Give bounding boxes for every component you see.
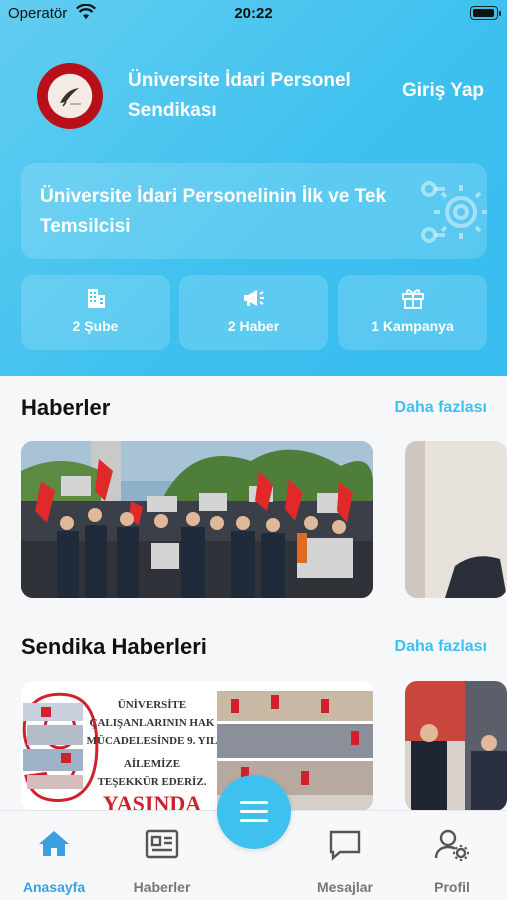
poster-red-word: YAŞINDA: [103, 791, 201, 811]
gift-icon: [338, 287, 487, 309]
stat-news-label: 2 Haber: [227, 318, 280, 334]
news-section-title: Haberler: [21, 395, 111, 420]
battery-icon: [470, 6, 501, 20]
news-more-link[interactable]: Daha fazlası: [395, 399, 487, 417]
protest-photo: [21, 441, 373, 598]
tagline-text: Üniversite İdari Personelinin İlk ve Tek…: [40, 186, 387, 237]
message-icon: [295, 829, 395, 861]
stat-news[interactable]: 2 Haber: [179, 275, 328, 350]
clock: 20:22: [234, 5, 273, 22]
tagline-banner: Üniversite İdari Personelinin İlk ve Tek…: [21, 163, 488, 260]
poster-line-2: ÇALIŞANLARININ HAK: [90, 717, 215, 729]
anniversary-poster: 9 ÜNİVERSİTE ÇALIŞANLARININ HAK MÜCADELE…: [21, 681, 373, 811]
gear-network-icon: [417, 169, 488, 260]
tab-home-label: Anasayfa: [22, 879, 86, 895]
megaphone-icon: [179, 287, 328, 309]
tab-news[interactable]: Haberler: [112, 811, 212, 900]
tab-profile-label: Profil: [434, 879, 470, 895]
union-name: Üniversite İdari Personel Sendikası: [128, 70, 351, 121]
stat-branches[interactable]: 2 Şube: [21, 275, 170, 350]
tab-messages[interactable]: Mesajlar: [295, 811, 395, 900]
tab-profile[interactable]: Profil: [402, 811, 502, 900]
home-icon: [4, 829, 104, 857]
union-news-card-second[interactable]: [405, 681, 507, 811]
tab-news-label: Haberler: [133, 879, 191, 895]
menu-fab-button[interactable]: [217, 775, 291, 849]
newspaper-icon: [112, 829, 212, 859]
stat-campaigns-label: 1 Kampanya: [371, 318, 454, 334]
poster-line-3: MÜCADELESİNDE 9. YIL: [87, 734, 218, 747]
hero-header: Operatör 20:22 Üniversite İdari Personel…: [0, 0, 507, 376]
tab-messages-label: Mesajlar: [316, 879, 374, 895]
union-logo: [37, 63, 103, 129]
menu-icon: [240, 801, 268, 828]
poster-line-5: TEŞEKKÜR EDERİZ.: [98, 775, 207, 788]
news-card-second[interactable]: [405, 441, 507, 598]
stat-campaigns[interactable]: 1 Kampanya: [338, 275, 487, 350]
building-icon: [21, 287, 170, 309]
news-card-protest[interactable]: [21, 441, 373, 598]
union-news-card-anniversary[interactable]: 9 ÜNİVERSİTE ÇALIŞANLARININ HAK MÜCADELE…: [21, 681, 373, 811]
poster-line-1: ÜNİVERSİTE: [118, 698, 186, 711]
news-photo-second: [405, 441, 507, 598]
union-news-more-link[interactable]: Daha fazlası: [395, 638, 487, 656]
login-button[interactable]: Giriş Yap: [402, 80, 484, 102]
stat-branches-label: 2 Şube: [72, 318, 119, 334]
union-news-section-title: Sendika Haberleri: [21, 634, 207, 659]
union-news-photo-second: [405, 681, 507, 811]
tab-home[interactable]: Anasayfa: [4, 811, 104, 900]
poster-line-4: AİLEMİZE: [124, 758, 180, 770]
profile-settings-icon: [402, 829, 502, 861]
status-bar: Operatör 20:22: [0, 0, 507, 30]
